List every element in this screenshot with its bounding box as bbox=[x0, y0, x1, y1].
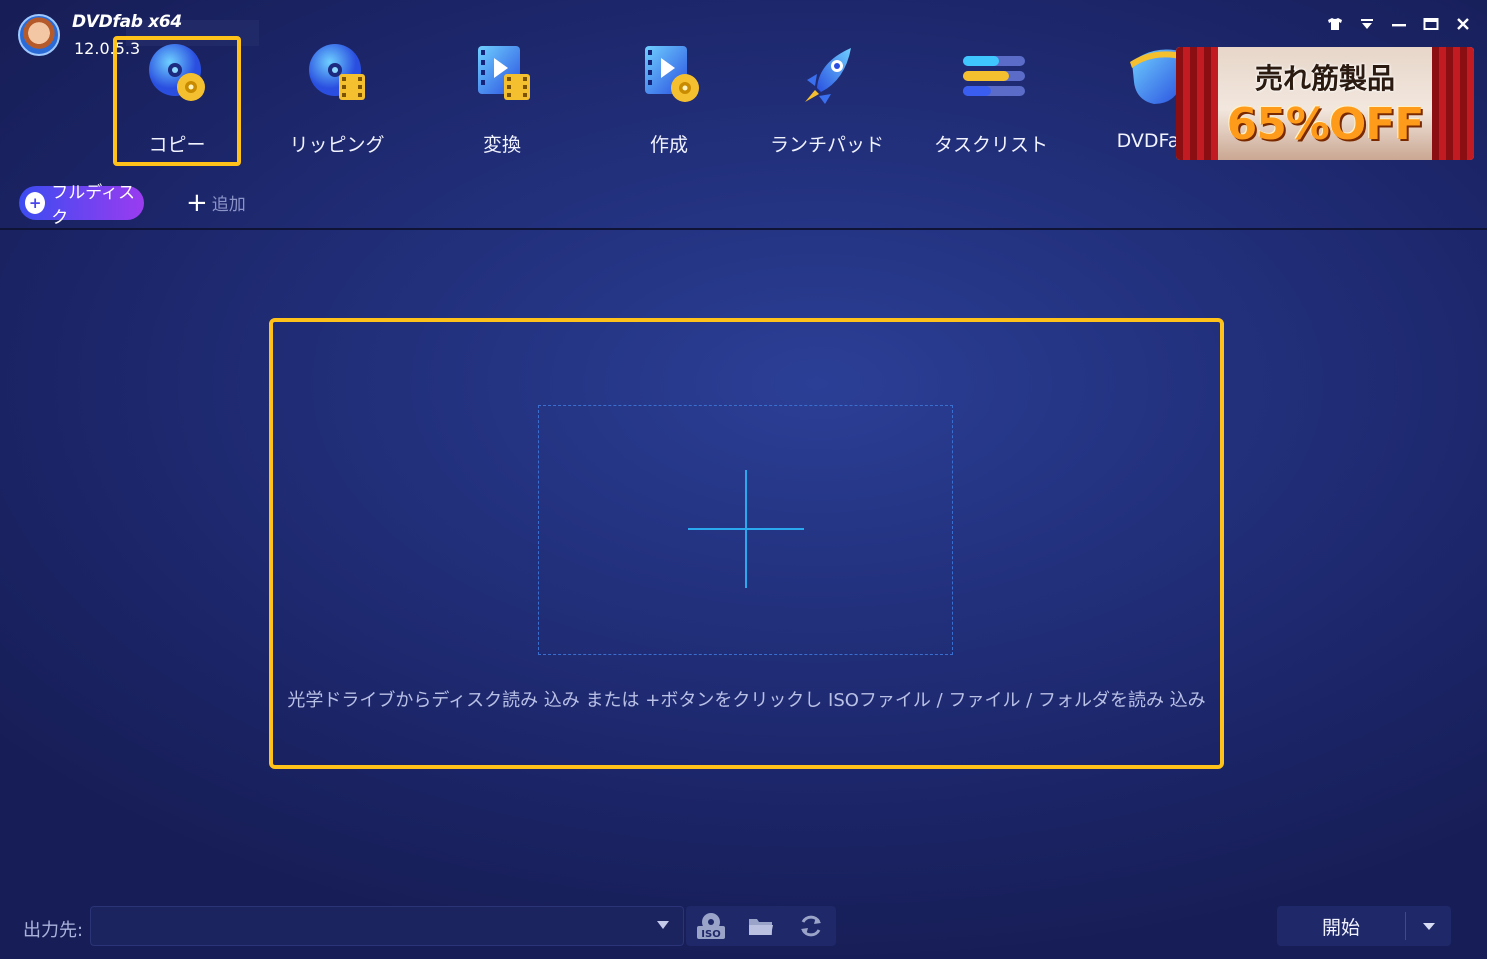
module-converter[interactable]: 変換 bbox=[438, 36, 566, 166]
promo-title: 売れ筋製品 bbox=[1254, 62, 1395, 95]
add-label: 追加 bbox=[211, 195, 246, 215]
module-label: リッピング bbox=[289, 134, 385, 156]
start-options-dropdown[interactable] bbox=[1406, 922, 1451, 930]
large-plus-icon-bar bbox=[688, 528, 804, 530]
iso-icon: ISO bbox=[697, 913, 725, 940]
chevron-down-icon bbox=[657, 921, 669, 929]
module-label: コピー bbox=[148, 134, 206, 156]
module-ripper[interactable]: リッピング bbox=[273, 36, 401, 166]
module-toolbar: コピー リッピング 変換 作成 ランチパッド タスクリスト DVDFab bbox=[0, 36, 1191, 168]
plus-circle-icon: + bbox=[25, 192, 46, 214]
module-label: 作成 bbox=[649, 134, 688, 156]
drop-hint-text: 光学ドライブからディスク読み 込み または +ボタンをクリックし ISOファイル… bbox=[287, 690, 1206, 711]
task-list-icon bbox=[963, 56, 1025, 96]
full-disc-mode-button[interactable]: + フルディスク bbox=[19, 183, 144, 228]
module-label: 変換 bbox=[482, 134, 521, 156]
start-button[interactable]: 開始 bbox=[1277, 906, 1451, 946]
minimize-icon[interactable] bbox=[1389, 14, 1409, 34]
rocket-icon bbox=[805, 48, 851, 104]
add-source-target[interactable] bbox=[538, 405, 953, 655]
sub-toolbar: + フルディスク + 追加 bbox=[0, 183, 1487, 230]
refresh-icon bbox=[801, 915, 821, 937]
dvdfab-window: DVDfab x64 12.0.5.3 コピー リッピング 変換 作成 ランチパ… bbox=[0, 0, 1487, 959]
module-creator[interactable]: 作成 bbox=[605, 36, 733, 166]
maximize-icon[interactable] bbox=[1421, 14, 1441, 34]
window-controls bbox=[1325, 14, 1473, 34]
mode-label: フルディスク bbox=[51, 183, 136, 228]
output-tools: ISO bbox=[686, 906, 836, 946]
output-path-select[interactable] bbox=[90, 906, 684, 946]
module-launchpad[interactable]: ランチパッド bbox=[763, 36, 891, 166]
add-source-button[interactable]: + 追加 bbox=[186, 187, 246, 218]
iso-button[interactable]: ISO bbox=[694, 911, 728, 941]
promo-discount: 65%OFF bbox=[1226, 99, 1425, 150]
browse-folder-button[interactable] bbox=[744, 911, 778, 941]
source-drop-zone[interactable]: 光学ドライブからディスク読み 込み または +ボタンをクリックし ISOファイル… bbox=[269, 318, 1224, 769]
plus-icon: + bbox=[186, 187, 208, 218]
disc-copy-icon bbox=[149, 44, 205, 101]
folder-icon bbox=[749, 919, 773, 935]
skin-icon[interactable] bbox=[1325, 14, 1345, 34]
module-copy[interactable]: コピー bbox=[113, 36, 241, 166]
video-converter-icon bbox=[478, 46, 530, 100]
module-task-list[interactable]: タスクリスト bbox=[927, 36, 1055, 166]
refresh-button[interactable] bbox=[794, 911, 828, 941]
menu-dropdown-icon[interactable] bbox=[1357, 14, 1377, 34]
chevron-down-icon bbox=[1422, 922, 1435, 930]
output-label: 出力先: bbox=[23, 920, 84, 941]
module-label: ランチパッド bbox=[769, 134, 884, 156]
app-title: DVDfab x64 bbox=[72, 12, 182, 32]
module-label: タスクリスト bbox=[933, 134, 1048, 156]
svg-text:ISO: ISO bbox=[701, 929, 720, 940]
disc-creator-icon bbox=[645, 46, 699, 102]
start-label: 開始 bbox=[1321, 916, 1360, 939]
disc-ripper-icon bbox=[309, 44, 365, 100]
close-icon[interactable] bbox=[1453, 14, 1473, 34]
promo-banner[interactable]: 売れ筋製品 65%OFF bbox=[1176, 47, 1474, 160]
